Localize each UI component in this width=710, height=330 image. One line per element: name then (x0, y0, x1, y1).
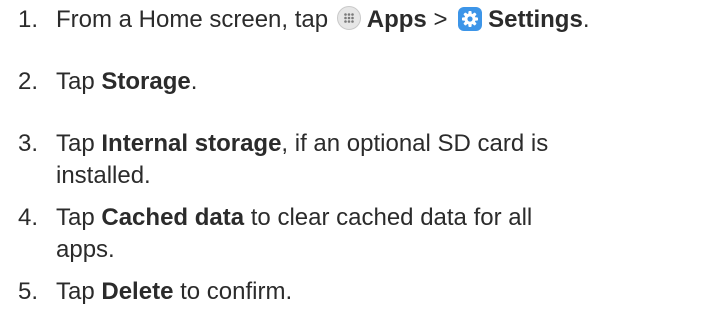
step-continuation: apps. (56, 236, 115, 263)
step-text: Tap (56, 278, 95, 305)
step-text-end: . (582, 6, 590, 33)
step-text-end: . (190, 68, 198, 95)
gear-icon (458, 7, 483, 31)
step-bold-term: Cached data (101, 204, 245, 231)
step-5: 5. Tap Delete to confirm. (18, 276, 292, 308)
step-4: 4. Tap Cached data to clear cached data f… (18, 202, 532, 266)
step-bold-term: Delete (101, 278, 174, 305)
instruction-list: 1. From a Home screen, tap Apps > Setting… (0, 0, 710, 330)
step-text: Tap (56, 130, 95, 157)
step-bold-term: Internal storage (101, 130, 282, 157)
step-text-end: to confirm. (173, 278, 293, 305)
step-text: From a Home screen, tap (56, 6, 329, 33)
step-3: 3. Tap Internal storage, if an optional S… (18, 128, 548, 192)
step-number: 3. (18, 130, 39, 157)
settings-label: Settings (488, 6, 583, 33)
step-number: 1. (18, 6, 39, 33)
step-number: 4. (18, 204, 39, 231)
step-2: 2. Tap Storage. (18, 66, 197, 98)
apps-label: Apps (366, 6, 427, 33)
separator: > (433, 6, 448, 33)
step-text: Tap (56, 204, 95, 231)
step-text-end: , if an optional SD card is (281, 130, 549, 157)
apps-grid-icon (336, 6, 361, 30)
step-1: 1. From a Home screen, tap Apps > Setting… (18, 4, 590, 36)
step-continuation: installed. (56, 162, 151, 189)
step-bold-term: Storage (101, 68, 191, 95)
step-number: 2. (18, 68, 39, 95)
step-text: Tap (56, 68, 95, 95)
step-number: 5. (18, 278, 39, 305)
step-text-end: to clear cached data for all (244, 204, 533, 231)
